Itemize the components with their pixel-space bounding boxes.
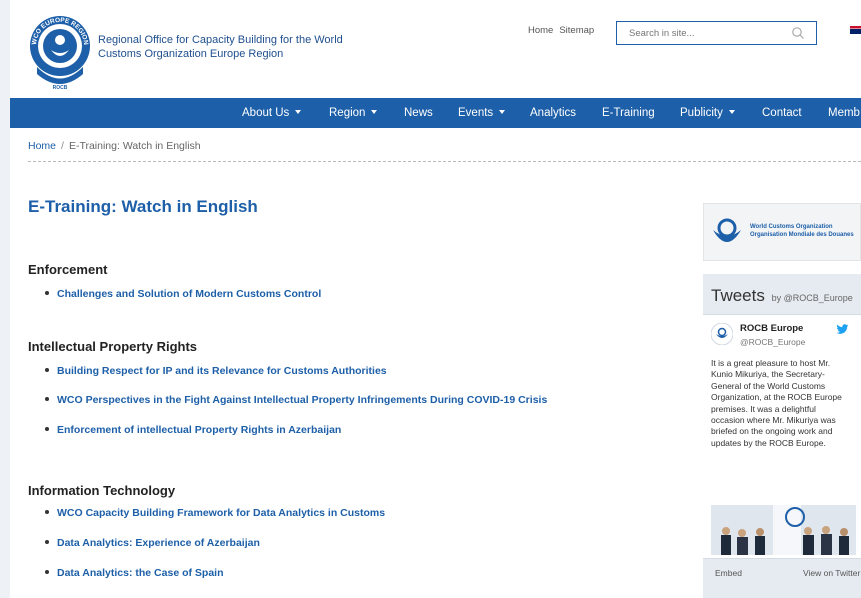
rocb-logo[interactable]: WCO EUROPE REGION ROCB (27, 12, 93, 92)
section-heading-enforcement: Enforcement (28, 262, 108, 277)
page: WCO EUROPE REGION ROCB Regional Office f… (10, 0, 861, 598)
tweet-text: It is a great pleasure to host Mr. Kunio… (711, 358, 842, 448)
wco-logo-icon (713, 218, 741, 242)
list-item[interactable]: WCO Capacity Building Framework for Data… (45, 507, 385, 519)
tweets-title: Tweets (711, 286, 765, 305)
org-title: Regional Office for Capacity Building fo… (98, 33, 398, 61)
chevron-down-icon (295, 109, 302, 114)
list-item[interactable]: Data Analytics: Experience of Azerbaijan (45, 537, 260, 549)
view-on-twitter-link[interactable]: View on Twitter (803, 568, 860, 578)
nav-members[interactable]: Memb (828, 98, 860, 128)
bullet (45, 540, 49, 545)
logo-sub: ROCB (53, 85, 68, 91)
divider (28, 161, 861, 162)
embed-link[interactable]: Embed (715, 568, 742, 578)
nav-region[interactable]: Region (329, 98, 378, 128)
list-item[interactable]: Data Analytics: the Case of Spain (45, 567, 224, 579)
breadcrumb: Home / E-Training: Watch in English (28, 140, 201, 152)
search-icon[interactable] (791, 26, 805, 40)
list-item[interactable]: Building Respect for IP and its Relevanc… (45, 365, 387, 377)
bullet (45, 570, 49, 575)
nav-e-training[interactable]: E-Training (602, 98, 655, 128)
tweet-photo[interactable] (711, 505, 856, 555)
nav-events[interactable]: Events (458, 98, 506, 128)
main-nav: About Us Region News Events Analytics E-… (10, 98, 861, 128)
bullet (45, 397, 49, 402)
wco-banner[interactable]: World Customs Organization Organisation … (703, 203, 861, 261)
page-title: E-Training: Watch in English (28, 197, 258, 216)
people-photo-image (711, 505, 856, 555)
wco-line1: World Customs Organization (750, 224, 833, 230)
bullet (45, 510, 49, 515)
nav-contact[interactable]: Contact (762, 98, 802, 128)
avatar[interactable] (711, 323, 733, 345)
section-heading-it: Information Technology (28, 483, 176, 498)
nav-analytics[interactable]: Analytics (530, 98, 576, 128)
nav-about-us[interactable]: About Us (242, 98, 302, 128)
org-title-line2: Customs Organization Europe Region (98, 48, 284, 60)
tweet-handle[interactable]: @ROCB_Europe (740, 337, 805, 347)
breadcrumb-separator: / (61, 140, 64, 152)
sitemap-link[interactable]: Sitemap (559, 25, 594, 36)
search-input[interactable] (617, 22, 787, 44)
breadcrumb-home[interactable]: Home (28, 140, 56, 152)
top-links: Home Sitemap (528, 25, 600, 36)
breadcrumb-current: E-Training: Watch in English (68, 140, 201, 152)
tweet-author[interactable]: ROCB Europe (740, 323, 803, 334)
nav-publicity[interactable]: Publicity (680, 98, 735, 128)
chevron-down-icon (499, 109, 506, 114)
home-link[interactable]: Home (528, 25, 553, 36)
tweets-by[interactable]: by @ROCB_Europe (772, 293, 853, 303)
section-heading-ipr: Intellectual Property Rights (28, 339, 198, 354)
bullet (45, 291, 49, 296)
twitter-timeline: Tweets by @ROCB_Europe ROCB Europe @ROCB… (703, 274, 861, 598)
list-item[interactable]: Challenges and Solution of Modern Custom… (45, 288, 321, 300)
list-item[interactable]: Enforcement of intellectual Property Rig… (45, 424, 341, 436)
org-title-line1: Regional Office for Capacity Building fo… (98, 34, 343, 46)
nav-news[interactable]: News (404, 98, 433, 128)
wco-text: World Customs Organization Organisation … (750, 223, 854, 239)
search-box (616, 21, 817, 45)
list-item[interactable]: WCO Perspectives in the Fight Against In… (45, 394, 547, 406)
chevron-down-icon (371, 109, 378, 114)
bullet (45, 427, 49, 432)
wco-line2: Organisation Mondiale des Douanes (750, 232, 854, 238)
twitter-bird-icon[interactable] (836, 324, 849, 335)
tweets-header: Tweets by @ROCB_Europe (711, 286, 853, 306)
uk-flag-icon[interactable] (850, 26, 861, 34)
bullet (45, 368, 49, 373)
chevron-down-icon (728, 109, 735, 114)
tweet-card[interactable]: ROCB Europe @ROCB_Europe It is a great p… (703, 314, 861, 559)
